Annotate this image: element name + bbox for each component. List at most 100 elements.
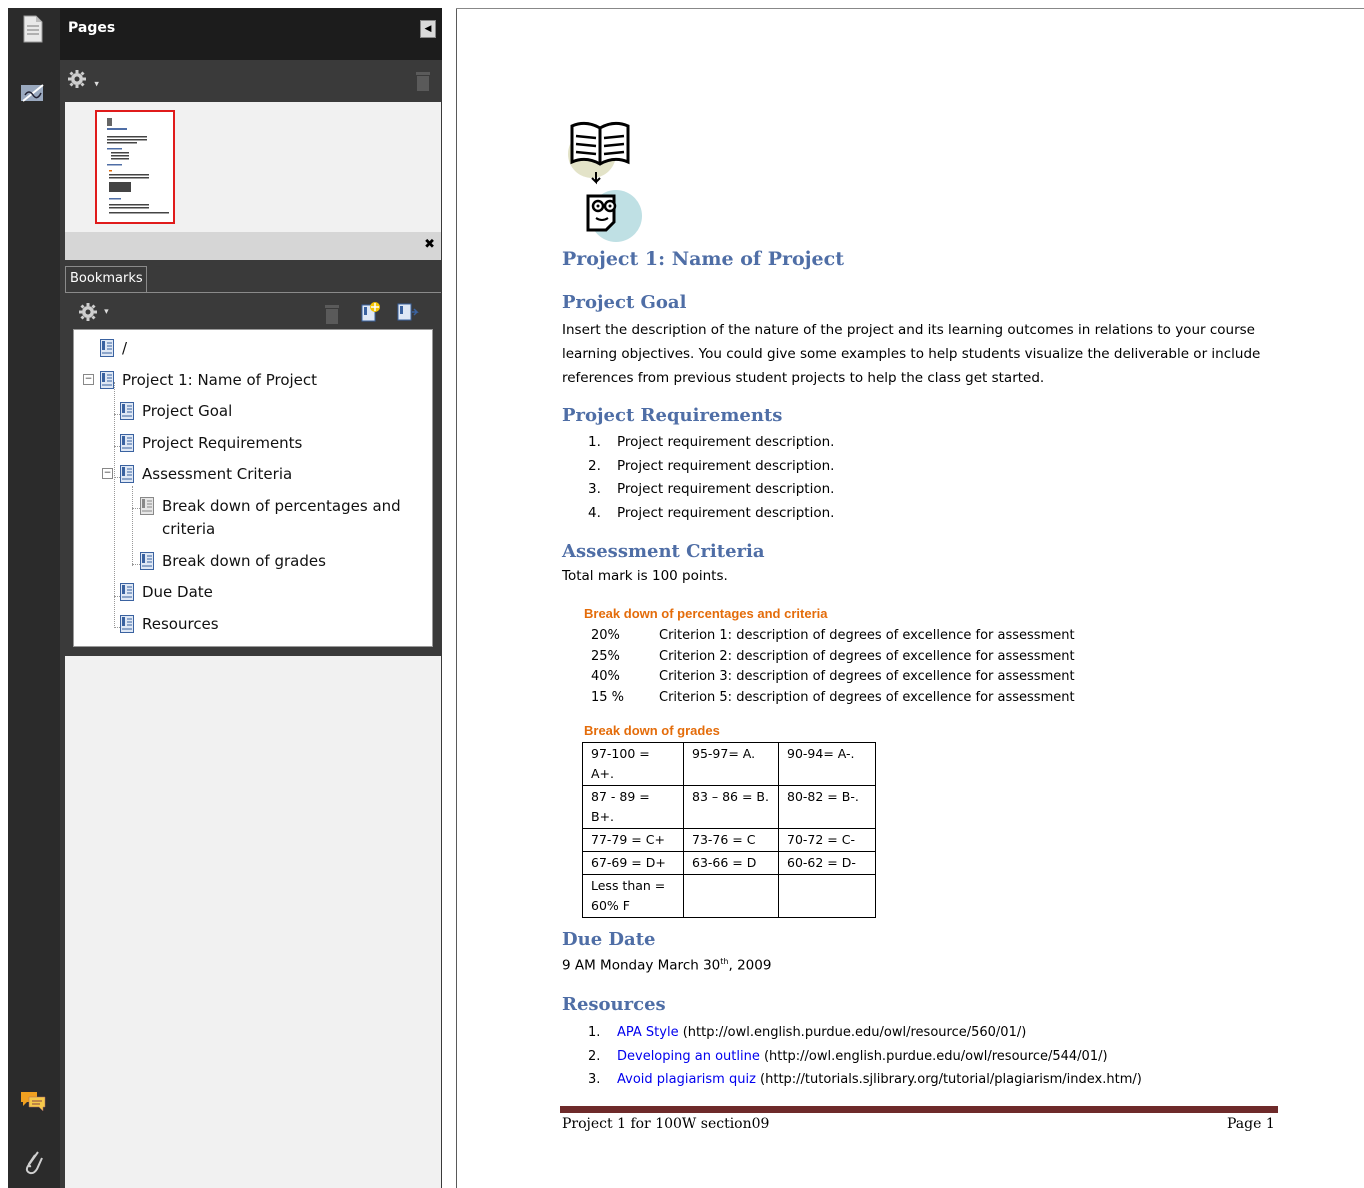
- pages-toolbar: ▾: [60, 60, 442, 102]
- table-cell: [683, 874, 779, 918]
- list-item: 1. APA Style (http://owl.english.purdue.e…: [588, 1021, 1142, 1045]
- bookmark-breakdown-grades[interactable]: Break down of grades: [140, 550, 326, 572]
- table-cell: 73-76 = C: [683, 828, 779, 852]
- criteria-list: 20% Criterion 1: description of degrees o…: [591, 626, 1075, 708]
- bookmark-icon: [120, 434, 134, 452]
- table-cell: 63-66 = D: [683, 851, 779, 875]
- table-cell: 80-82 = B-.: [778, 785, 876, 829]
- table-row: 77-79 = C+ 73-76 = C 70-72 = C-: [582, 828, 876, 852]
- requirements-list: 1. Project requirement description. 2. Pro…: [588, 431, 834, 525]
- list-number: 1.: [588, 1025, 601, 1040]
- goal-heading: Project Goal: [562, 292, 687, 313]
- criterion-text: Criterion 2: description of degrees of e…: [659, 648, 1075, 664]
- table-cell: 83 – 86 = B.: [683, 785, 779, 829]
- bookmark-breakdown-percentages[interactable]: Break down of percentages and criteria: [140, 495, 420, 541]
- close-thumbnails-icon[interactable]: ✖: [424, 237, 435, 252]
- bookmark-label: Break down of grades: [162, 552, 326, 570]
- delete-page-trash-icon[interactable]: [414, 70, 432, 96]
- expand-bookmark-icon[interactable]: [395, 301, 419, 327]
- signatures-icon[interactable]: [18, 78, 48, 108]
- table-cell: 95-97= A.: [683, 742, 779, 786]
- criterion-text: Criterion 5: description of degrees of e…: [659, 689, 1075, 705]
- table-row: 87 - 89 = B+. 83 – 86 = B. 80-82 = B-.: [582, 785, 876, 829]
- list-number: 4.: [588, 504, 601, 521]
- bookmark-resources[interactable]: Resources: [120, 613, 219, 635]
- bookmark-icon: [120, 583, 134, 601]
- bookmark-label: /: [122, 339, 128, 357]
- tab-bookmarks[interactable]: Bookmarks: [65, 266, 147, 292]
- resource-link[interactable]: APA Style: [617, 1025, 679, 1040]
- resources-heading: Resources: [562, 994, 666, 1015]
- list-number: 2.: [588, 1048, 601, 1064]
- list-number: 3.: [588, 481, 601, 497]
- navigation-pane: Pages ◀ ▾ ✖ Bookmarks ▾ / − Project 1: N…: [60, 8, 442, 1188]
- pages-options-gear-icon[interactable]: ▾: [66, 68, 99, 95]
- thumbnail-separator: ✖: [65, 232, 441, 260]
- bookmark-options-gear-icon[interactable]: ▾: [77, 301, 109, 327]
- due-date-heading: Due Date: [562, 929, 656, 950]
- table-cell: 67-69 = D+: [582, 851, 684, 875]
- footer-left-text: Project 1 for 100W section09: [562, 1116, 770, 1132]
- resource-link[interactable]: Avoid plagiarism quiz: [617, 1072, 756, 1087]
- table-cell: 60-62 = D-: [778, 851, 876, 875]
- pages-panel-title: Pages: [68, 20, 116, 36]
- bookmark-icon: [120, 465, 134, 483]
- bookmark-label: Resources: [142, 615, 219, 633]
- collapse-project-toggle[interactable]: −: [83, 374, 94, 385]
- bookmark-root[interactable]: /: [100, 337, 127, 359]
- due-date-year: , 2009: [728, 957, 772, 974]
- resource-url: (http://owl.english.purdue.edu/owl/resou…: [763, 1048, 1108, 1064]
- bookmark-due-date[interactable]: Due Date: [120, 581, 213, 603]
- delete-bookmark-trash-icon[interactable]: [323, 303, 341, 329]
- grades-table: 97-100 = A+. 95-97= A. 90-94= A-. 87 - 8…: [582, 742, 876, 918]
- due-date-main: 9 AM Monday March 30: [562, 957, 721, 974]
- bookmark-icon: [120, 615, 134, 633]
- comments-icon[interactable]: [18, 1086, 48, 1116]
- attachments-icon[interactable]: [18, 1146, 48, 1176]
- table-cell: 90-94= A-.: [778, 742, 876, 786]
- pages-icon[interactable]: [18, 14, 48, 44]
- list-item: 2. Developing an outline (http://owl.engl…: [588, 1045, 1142, 1069]
- document-top-border: [456, 8, 1364, 9]
- collapse-pane-button[interactable]: ◀: [420, 20, 436, 38]
- page-thumbnails-area: [65, 102, 441, 232]
- list-text: Project requirement description.: [617, 434, 835, 450]
- bookmark-project-1[interactable]: Project 1: Name of Project: [100, 369, 317, 391]
- bookmark-icon: [140, 552, 154, 570]
- list-number: 2.: [588, 457, 601, 474]
- bookmark-label: Due Date: [142, 583, 213, 601]
- bookmark-project-goal[interactable]: Project Goal: [120, 400, 232, 422]
- bookmarks-tree: / − Project 1: Name of Project Project G…: [73, 329, 433, 647]
- bookmark-assessment-criteria[interactable]: Assessment Criteria: [120, 463, 292, 485]
- navigation-rail: [8, 8, 61, 1188]
- resource-url: (http://tutorials.sjlibrary.org/tutorial…: [760, 1072, 1142, 1087]
- navigation-pane-empty-area: [65, 656, 441, 1188]
- list-item: 25% Criterion 2: description of degrees o…: [591, 647, 1075, 668]
- resource-link[interactable]: Developing an outline: [617, 1049, 760, 1064]
- bookmark-label: Break down of percentages and criteria: [162, 497, 401, 538]
- list-item: 1. Project requirement description.: [588, 431, 834, 455]
- list-item: 40% Criterion 3: description of degrees o…: [591, 667, 1075, 688]
- due-date-text: 9 AM Monday March 30th, 2009: [562, 957, 771, 974]
- list-item: 15 % Criterion 5: description of degrees …: [591, 688, 1075, 709]
- book-reader-clipart-icon: [566, 120, 646, 250]
- page-thumbnail[interactable]: [95, 110, 175, 224]
- bookmark-icon: [120, 402, 134, 420]
- bookmark-label: Assessment Criteria: [142, 465, 293, 483]
- footer-page-number: Page 1: [1227, 1116, 1275, 1132]
- goal-line: Insert the description of the nature of …: [562, 322, 1255, 338]
- list-number: 3.: [588, 1072, 601, 1087]
- bookmark-project-requirements[interactable]: Project Requirements: [120, 432, 302, 454]
- bookmark-icon: [100, 371, 114, 389]
- list-number: 1.: [588, 434, 601, 450]
- collapse-assessment-toggle[interactable]: −: [102, 468, 113, 479]
- new-bookmark-icon[interactable]: [359, 301, 381, 327]
- table-cell: [778, 874, 876, 918]
- list-text: Project requirement description.: [617, 481, 835, 497]
- requirements-heading: Project Requirements: [562, 405, 783, 426]
- table-row: Less than = 60% F: [582, 874, 876, 918]
- breakdown-percentages-heading: Break down of percentages and criteria: [584, 606, 828, 621]
- goal-paragraph: Insert the description of the nature of …: [562, 318, 1260, 390]
- table-cell: 77-79 = C+: [582, 828, 684, 852]
- resources-list: 1. APA Style (http://owl.english.purdue.e…: [588, 1021, 1142, 1092]
